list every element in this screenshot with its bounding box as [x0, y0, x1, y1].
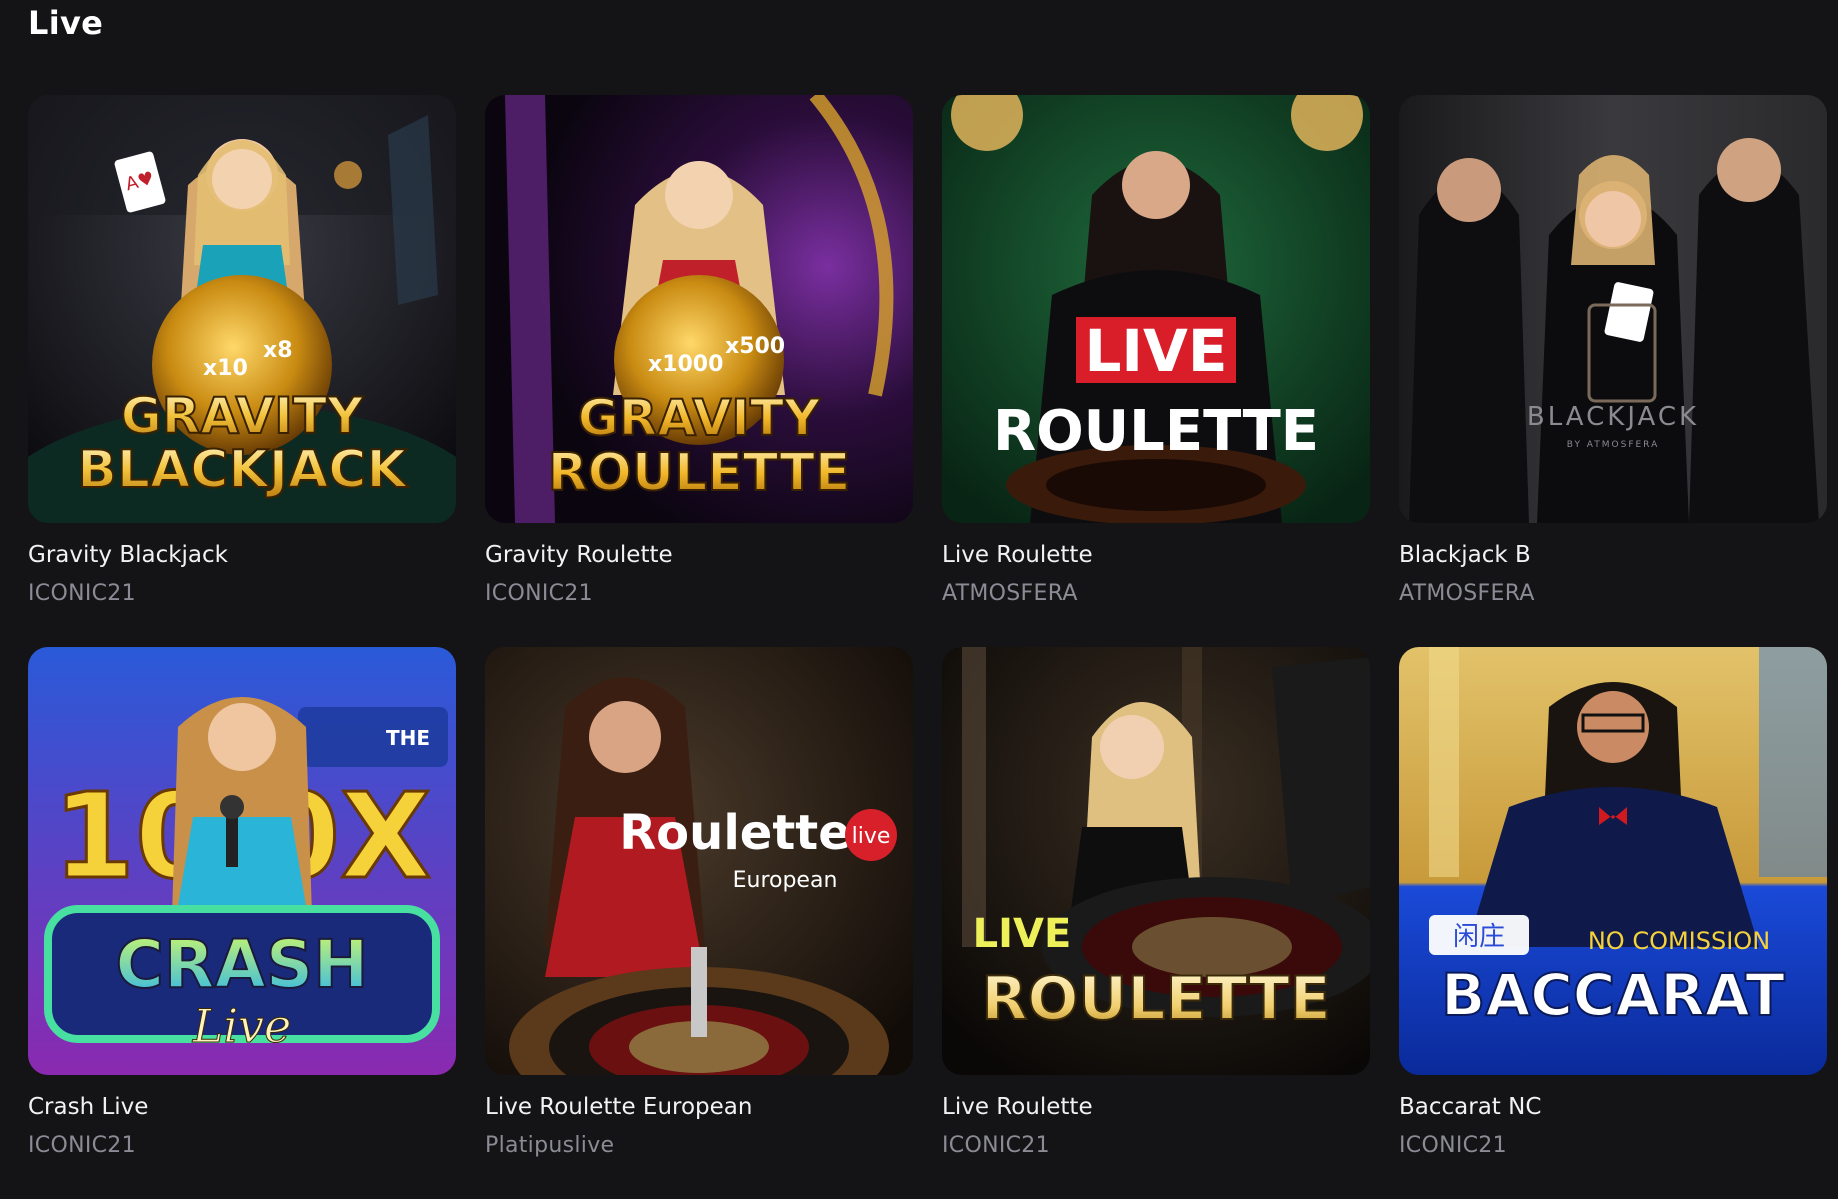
- art-title-line1: LIVE: [973, 911, 1072, 957]
- art-title-line1: NO COMISSION: [1588, 927, 1770, 955]
- game-name[interactable]: Gravity Roulette: [485, 542, 673, 568]
- art-title-line1: GRAVITY: [121, 387, 364, 445]
- game-name[interactable]: Gravity Blackjack: [28, 542, 228, 568]
- game-thumbnail[interactable]: LIVE ROULETTE: [942, 647, 1370, 1075]
- art-badge-x1000: x1000: [648, 352, 723, 377]
- art-badge-x8: x8: [263, 338, 293, 363]
- game-thumbnail[interactable]: A♥ x10 x8 GRAVITY BLACKJACK: [28, 95, 456, 523]
- art-badge-x10: x10: [203, 356, 248, 381]
- art-title-line2: ROULETTE: [993, 399, 1319, 464]
- game-thumbnail[interactable]: BLACKJACK BY ATMOSFERA: [1399, 95, 1827, 523]
- art-title-line1: GRAVITY: [578, 389, 821, 447]
- art-title-line2: ROULETTE: [981, 964, 1330, 1034]
- game-name[interactable]: Live Roulette: [942, 542, 1093, 568]
- game-name[interactable]: Crash Live: [28, 1094, 148, 1120]
- game-provider: ATMOSFERA: [1399, 581, 1535, 606]
- game-thumbnail[interactable]: LIVE ROULETTE: [942, 95, 1370, 523]
- art-title-line1: CRASH: [115, 926, 368, 1003]
- game-name[interactable]: Blackjack B: [1399, 542, 1531, 568]
- game-card-live-roulette-european[interactable]: Roulette live European Live Roulette Eur…: [485, 647, 913, 1199]
- art-title-line1: Roulette: [619, 805, 851, 861]
- art-title-line1: LIVE: [1084, 317, 1227, 385]
- game-provider: Platipuslive: [485, 1133, 615, 1158]
- game-card-blackjack-b[interactable]: BLACKJACK BY ATMOSFERA Blackjack B ATMOS…: [1399, 95, 1827, 647]
- art-title-line2: BACCARAT: [1441, 961, 1785, 1029]
- game-card-crash-live[interactable]: THE 10 0X CRASH Live Crash Live ICONIC21: [28, 647, 456, 1199]
- art-title-line2: ROULETTE: [548, 443, 851, 503]
- game-thumbnail[interactable]: 闲庄 NO COMISSION BACCARAT: [1399, 647, 1827, 1075]
- game-card-live-roulette-iconic21[interactable]: LIVE ROULETTE Live Roulette ICONIC21: [942, 647, 1370, 1199]
- art-chinese-label: 闲庄: [1453, 922, 1505, 952]
- art-badge-x500: x500: [725, 334, 785, 359]
- live-games-section: Live A♥ x10 x8 GRAVITY BLACKJACK Gravity…: [0, 0, 1838, 1170]
- game-thumbnail[interactable]: x1000 x500 GRAVITY ROULETTE: [485, 95, 913, 523]
- game-provider: ICONIC21: [942, 1133, 1050, 1158]
- game-card-gravity-blackjack[interactable]: A♥ x10 x8 GRAVITY BLACKJACK Gravity Blac…: [28, 95, 456, 647]
- game-provider: ICONIC21: [485, 581, 593, 606]
- game-thumbnail[interactable]: THE 10 0X CRASH Live: [28, 647, 456, 1075]
- art-title-line2: BY ATMOSFERA: [1567, 440, 1659, 450]
- art-title-line2: Live: [192, 999, 291, 1053]
- game-name[interactable]: Live Roulette: [942, 1094, 1093, 1120]
- games-grid: A♥ x10 x8 GRAVITY BLACKJACK Gravity Blac…: [28, 95, 1827, 1199]
- art-title-line2: BLACKJACK: [77, 440, 408, 500]
- game-thumbnail[interactable]: Roulette live European: [485, 647, 913, 1075]
- art-title-line1: BLACKJACK: [1527, 402, 1699, 432]
- section-title: Live: [28, 4, 104, 42]
- game-card-live-roulette-atmosfera[interactable]: LIVE ROULETTE Live Roulette ATMOSFERA: [942, 95, 1370, 647]
- game-provider: ICONIC21: [28, 1133, 136, 1158]
- game-card-baccarat-nc[interactable]: 闲庄 NO COMISSION BACCARAT Baccarat NC ICO…: [1399, 647, 1827, 1199]
- game-provider: ICONIC21: [28, 581, 136, 606]
- art-live-badge: live: [852, 824, 891, 849]
- art-sign-text: THE: [386, 726, 430, 750]
- art-title-line2: European: [733, 868, 838, 893]
- game-provider: ATMOSFERA: [942, 581, 1078, 606]
- game-name[interactable]: Live Roulette European: [485, 1094, 752, 1120]
- game-provider: ICONIC21: [1399, 1133, 1507, 1158]
- game-card-gravity-roulette[interactable]: x1000 x500 GRAVITY ROULETTE Gravity Roul…: [485, 95, 913, 647]
- game-name[interactable]: Baccarat NC: [1399, 1094, 1541, 1120]
